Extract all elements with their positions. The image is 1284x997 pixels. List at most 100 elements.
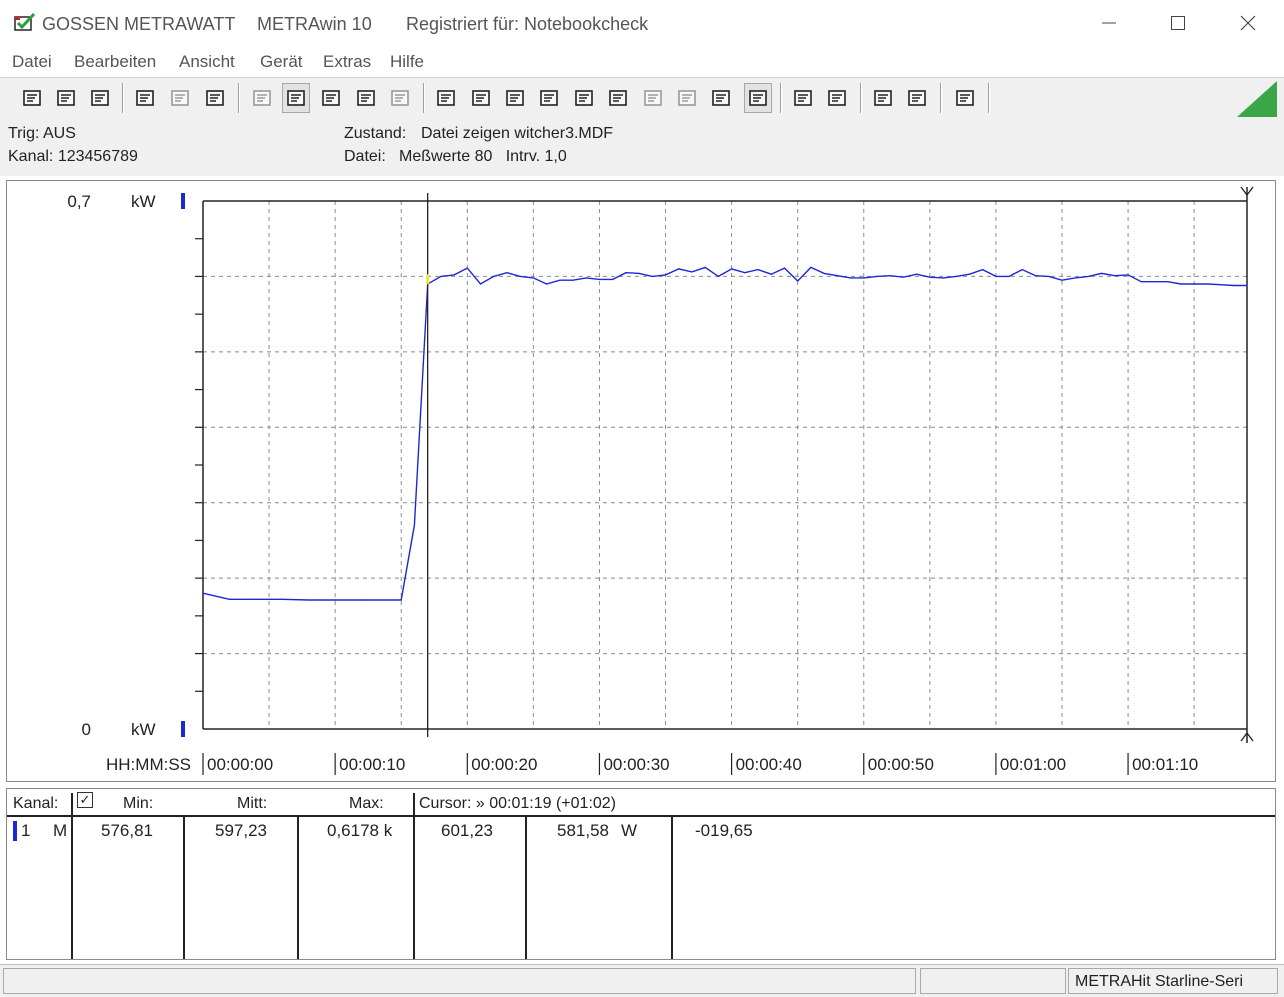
minimize-icon	[1102, 22, 1116, 24]
toolbar-separator	[238, 83, 240, 113]
menu-bearbeiten[interactable]: Bearbeiten	[74, 52, 156, 72]
device-read-button[interactable]	[131, 83, 159, 113]
save-button[interactable]	[18, 83, 46, 113]
data-point	[255, 598, 257, 600]
file-value: Meßwerte 80 Intrv. 1,0	[399, 148, 567, 165]
measure-search-button[interactable]	[903, 83, 931, 113]
crosshair-button[interactable]	[317, 83, 345, 113]
data-point	[479, 283, 482, 285]
row-cursor-b: 581,58	[557, 821, 609, 840]
data-point	[1008, 275, 1010, 278]
close-button[interactable]	[1213, 0, 1283, 46]
list-button[interactable]	[386, 83, 414, 113]
table-icon	[357, 90, 375, 106]
data-point	[770, 273, 772, 275]
data-point	[1087, 275, 1090, 278]
y-max-marker[interactable]	[181, 193, 185, 209]
function-button[interactable]	[570, 83, 598, 113]
display-graph-button[interactable]	[282, 83, 310, 113]
menu-extras[interactable]: Extras	[323, 52, 371, 72]
data-point	[717, 275, 719, 278]
data-point	[625, 272, 627, 274]
display-text-button[interactable]	[248, 83, 276, 113]
measurement-table: Kanal: ✓ Min: Mitt: Max: Cursor: » 00:01…	[6, 788, 1276, 960]
zoom-in-window-icon	[437, 90, 455, 106]
info-panel: Trig: AUS Kanal: 123456789 Zustand: Date…	[0, 120, 1284, 176]
data-point	[308, 599, 310, 601]
scope-trigger-button[interactable]	[639, 83, 667, 113]
column-divider	[183, 817, 185, 959]
select-all-checkbox[interactable]: ✓	[77, 792, 93, 808]
row-channel[interactable]: 1	[21, 821, 30, 841]
memory-button[interactable]	[604, 83, 632, 113]
data-point	[532, 277, 534, 279]
column-divider	[525, 817, 527, 959]
data-point	[744, 272, 746, 274]
column-divider	[413, 793, 415, 959]
close-icon	[1240, 15, 1256, 31]
message-button[interactable]	[951, 83, 979, 113]
menu-datei[interactable]: Datei	[12, 52, 52, 72]
data-point	[1180, 283, 1182, 285]
data-point	[440, 275, 442, 278]
device-settings-icon	[171, 90, 189, 106]
save-icon	[23, 90, 41, 106]
brand-title: GOSSEN METRAWATT	[42, 14, 236, 34]
data-point	[823, 272, 825, 275]
menu-hilfe[interactable]: Hilfe	[390, 52, 424, 72]
zoom-in-window-button[interactable]	[432, 83, 460, 113]
header-mitt: Mitt:	[237, 795, 268, 812]
data-point	[902, 276, 905, 278]
computer-link-button[interactable]	[535, 83, 563, 113]
menu-ansicht[interactable]: Ansicht	[179, 52, 235, 72]
row-diff: -019,65	[695, 821, 753, 840]
zoom-out-window-button[interactable]	[467, 83, 495, 113]
data-point	[202, 592, 204, 594]
convert-button[interactable]	[707, 83, 735, 113]
signal-button[interactable]	[673, 83, 701, 113]
data-point	[598, 278, 601, 281]
device-export-button[interactable]	[201, 83, 229, 113]
save-as-button[interactable]	[52, 83, 80, 113]
row-mode: M	[53, 821, 68, 840]
data-point	[731, 268, 733, 270]
row-cursor-a: 601,23	[441, 821, 493, 840]
data-point	[1153, 281, 1156, 283]
device-settings-button[interactable]	[166, 83, 194, 113]
data-point	[360, 599, 363, 601]
data-point	[651, 275, 653, 278]
data-point	[691, 271, 693, 273]
measure-zoom-button[interactable]	[869, 83, 897, 113]
data-point	[638, 272, 640, 275]
data-point	[228, 598, 231, 600]
data-point	[942, 277, 944, 279]
y-bottom-unit: kW	[131, 720, 156, 739]
power-chart[interactable]: 0,7 kW 0 kW HH:MM:SS 00:00:00 00:00:10 00:00:20…	[7, 181, 1275, 781]
channel-config-button[interactable]	[501, 83, 529, 113]
menu-geraet[interactable]: Gerät	[260, 52, 303, 72]
open-folder-icon	[91, 90, 109, 106]
data-point	[1206, 283, 1208, 285]
open-folder-button[interactable]	[86, 83, 114, 113]
computer-link-icon	[540, 90, 558, 106]
data-point	[334, 599, 336, 601]
memory-icon	[609, 90, 627, 106]
zoom-out-window-icon	[472, 90, 490, 106]
toolbar-separator	[423, 83, 425, 113]
maximize-button[interactable]	[1143, 0, 1213, 46]
print-preview-button[interactable]	[823, 83, 851, 113]
record-button[interactable]	[744, 83, 772, 113]
table-button[interactable]	[352, 83, 380, 113]
registration-text: Registriert für: Notebookcheck	[406, 14, 649, 34]
data-point	[955, 275, 957, 278]
minimize-button[interactable]	[1074, 0, 1144, 46]
data-point	[585, 277, 587, 279]
y-min-marker[interactable]	[181, 721, 185, 737]
data-point	[1074, 277, 1076, 279]
measure-zoom-icon	[874, 90, 892, 106]
channel-list: Kanal: 123456789	[8, 148, 138, 165]
device-read-icon	[136, 90, 154, 106]
print-button[interactable]	[789, 83, 817, 113]
data-point	[413, 524, 416, 526]
data-point	[400, 599, 402, 601]
